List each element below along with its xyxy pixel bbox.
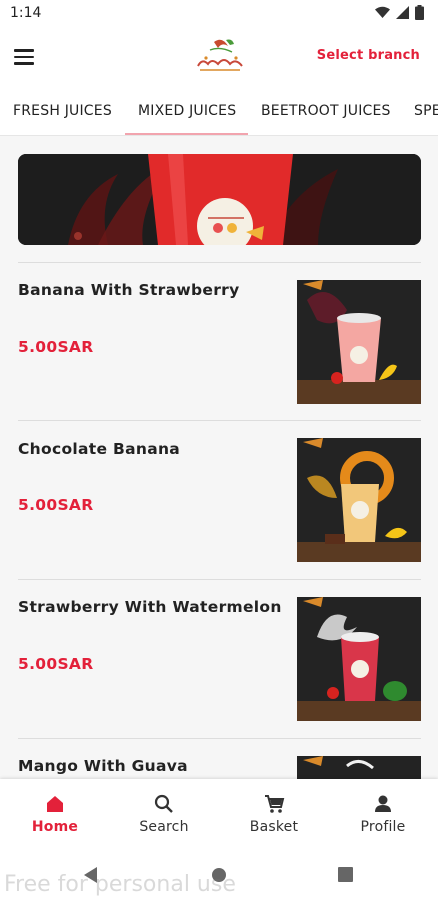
nav-label: Profile (360, 819, 406, 835)
brand-logo (197, 39, 243, 71)
product-image (297, 280, 421, 404)
nav-search[interactable]: Search (109, 779, 219, 849)
promo-banner[interactable] (18, 154, 421, 245)
signal-icon (396, 6, 409, 19)
search-icon (154, 794, 173, 813)
tab-fresh-juices[interactable]: FRESH JUICES (13, 86, 112, 135)
status-bar: 1:14 (0, 0, 438, 28)
recents-icon[interactable] (338, 867, 353, 882)
home-icon (47, 796, 63, 812)
profile-icon (375, 795, 391, 812)
product-name: Strawberry With Watermelon (18, 598, 282, 616)
cart-icon (265, 795, 285, 813)
nav-basket[interactable]: Basket (219, 779, 329, 849)
app-bar: Select branch (0, 28, 438, 86)
divider (18, 579, 421, 580)
divider (18, 262, 421, 263)
status-time: 1:14 (10, 5, 42, 21)
product-name: Banana With Strawberry (18, 281, 240, 299)
nav-label: Home (31, 819, 79, 835)
tab-beetroot-juices[interactable]: BEETROOT JUICES (261, 86, 391, 135)
product-image (297, 597, 421, 721)
product-price: 5.00SAR (18, 338, 94, 356)
select-branch-button[interactable]: Select branch (317, 48, 420, 63)
divider (18, 738, 421, 739)
product-price: 5.00SAR (18, 655, 94, 673)
tab-special[interactable]: SPE (414, 86, 438, 135)
divider (18, 420, 421, 421)
hamburger-menu-icon[interactable] (14, 44, 40, 70)
battery-icon (415, 5, 424, 20)
wifi-icon (375, 6, 390, 18)
nav-profile[interactable]: Profile (328, 779, 438, 849)
bottom-navigation: Home Search Basket Profile (0, 779, 438, 849)
tab-mixed-juices[interactable]: MIXED JUICES (138, 86, 236, 135)
product-name: Chocolate Banana (18, 440, 181, 458)
status-icons (375, 5, 424, 20)
watermark: Free for personal use (4, 872, 236, 897)
banner-illustration (18, 154, 421, 245)
nav-label: Search (139, 819, 189, 835)
category-tabs: FRESH JUICES MIXED JUICES BEETROOT JUICE… (0, 86, 438, 136)
nav-home[interactable]: Home (0, 779, 110, 849)
product-price: 5.00SAR (18, 496, 94, 514)
nav-label: Basket (249, 819, 299, 835)
product-image (297, 438, 421, 562)
active-tab-indicator (125, 133, 248, 135)
product-name: Mango With Guava (18, 757, 188, 775)
product-image (297, 756, 421, 780)
